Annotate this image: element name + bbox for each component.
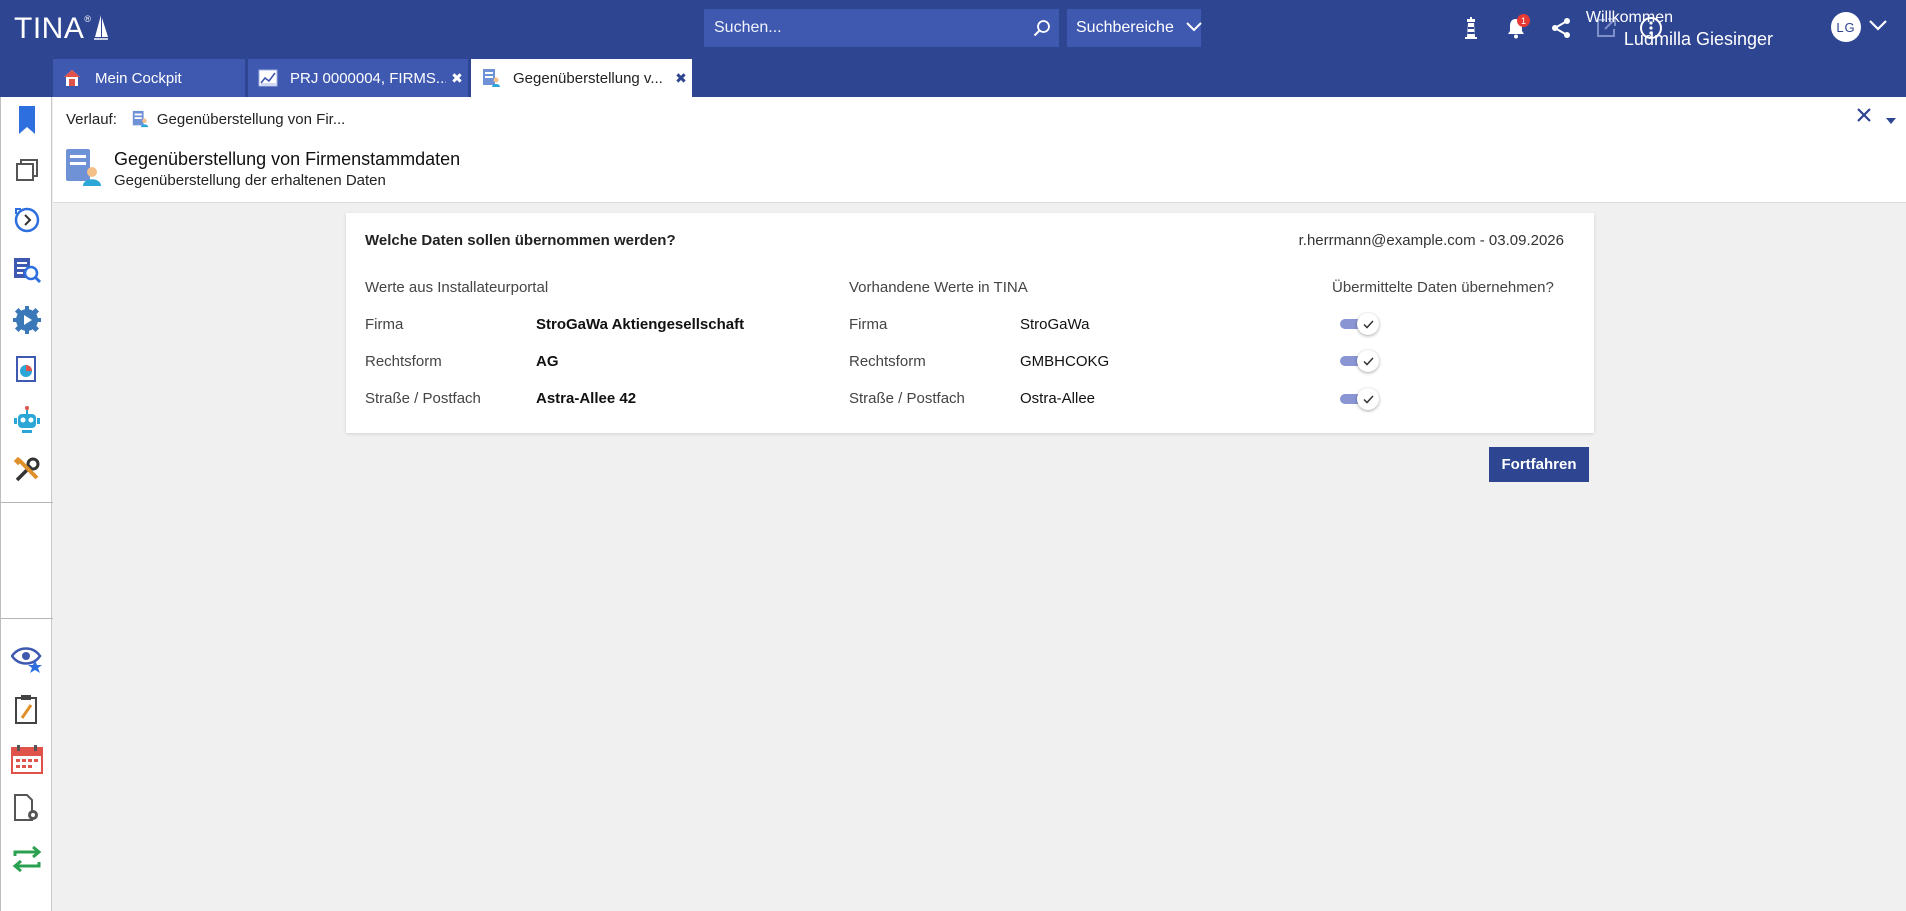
tina-value: StroGaWa — [1020, 316, 1090, 333]
tab-project[interactable]: PRJ 0000004, FIRMS... ✖ — [248, 59, 468, 97]
sail-icon — [93, 13, 109, 49]
tab-mein-cockpit[interactable]: Mein Cockpit — [53, 59, 245, 97]
logo-text: TINA — [14, 12, 85, 45]
welcome-label: Willkommen — [1585, 9, 1673, 26]
search-scope-dropdown[interactable]: Suchbereiche — [1067, 9, 1202, 47]
bell-icon[interactable]: 1 — [1493, 10, 1538, 46]
column-header-portal: Werte aus Installateurportal — [365, 279, 549, 296]
portal-value: AG — [536, 353, 559, 370]
tina-label: Straße / Postfach — [849, 390, 965, 407]
user-menu-chevron-icon[interactable] — [1869, 18, 1887, 36]
check-icon — [1357, 388, 1379, 410]
column-header-take: Übermittelte Daten übernehmen? — [1332, 279, 1554, 296]
user-name[interactable]: Ludmilla Giesinger — [1624, 29, 1773, 50]
close-icon[interactable] — [1856, 107, 1872, 128]
share-icon[interactable] — [1538, 10, 1583, 46]
sidebar — [0, 97, 53, 911]
search-input[interactable]: Suchen... — [704, 9, 1059, 47]
clipboard-edit-icon[interactable] — [10, 692, 44, 726]
eye-star-icon[interactable] — [10, 642, 44, 676]
windows-icon[interactable] — [10, 153, 44, 187]
logo-mark: ® — [84, 14, 92, 24]
project-chart-icon — [258, 68, 280, 88]
bookmark-icon[interactable] — [10, 103, 44, 137]
tina-value: GMBHCOKG — [1020, 353, 1110, 370]
tab-label: Mein Cockpit — [95, 69, 182, 87]
document-settings-icon[interactable] — [10, 792, 44, 826]
continue-button[interactable]: Fortfahren — [1489, 447, 1589, 482]
breadcrumb-item[interactable]: Gegenüberstellung von Fir... — [157, 111, 345, 128]
search-list-icon[interactable] — [10, 253, 44, 287]
column-header-tina: Vorhandene Werte in TINA — [849, 279, 1028, 296]
row-label: Firma — [365, 316, 404, 333]
page-title: Gegenüberstellung von Firmenstammdaten — [114, 149, 461, 169]
page-subtitle: Gegenüberstellung der erhaltenen Daten — [114, 172, 386, 189]
breadcrumb-label: Verlauf: — [66, 110, 117, 128]
close-icon[interactable]: ✖ — [446, 70, 468, 87]
comparison-card: Welche Daten sollen übernommen werden? r… — [346, 213, 1594, 433]
search-scope-label: Suchbereiche — [1076, 19, 1174, 36]
sync-arrows-icon[interactable] — [10, 842, 44, 876]
chevron-down-icon — [1186, 19, 1202, 37]
row-label: Straße / Postfach — [365, 390, 481, 407]
take-toggle-rechtsform[interactable] — [1340, 350, 1380, 372]
take-toggle-firma[interactable] — [1340, 313, 1380, 335]
page-header: Verlauf: Gegenüberstellung von Fir... Ge… — [53, 97, 1906, 203]
notification-badge: 1 — [1517, 14, 1530, 27]
check-icon — [1357, 350, 1379, 372]
avatar[interactable]: LG — [1831, 12, 1861, 42]
form-person-icon — [131, 110, 149, 128]
tina-value: Ostra-Allee — [1020, 390, 1096, 407]
tina-label: Firma — [849, 316, 888, 333]
report-chart-icon[interactable] — [10, 353, 44, 387]
portal-value: StroGaWa Aktiengesellschaft — [536, 316, 745, 333]
submission-meta: r.herrmann@example.com - 03.09.2026 — [1298, 232, 1564, 249]
lighthouse-icon[interactable] — [1448, 10, 1493, 46]
calendar-icon[interactable] — [10, 742, 44, 776]
tina-label: Rechtsform — [849, 353, 926, 370]
tab-label: PRJ 0000004, FIRMS... — [290, 69, 446, 87]
app-logo[interactable]: TINA ® — [14, 12, 109, 49]
sidebar-divider — [1, 502, 53, 503]
tools-icon[interactable] — [10, 453, 44, 487]
check-icon — [1357, 313, 1379, 335]
take-toggle-strasse[interactable] — [1340, 388, 1380, 410]
sidebar-divider — [1, 618, 53, 619]
caret-down-icon[interactable] — [1886, 111, 1896, 129]
process-gear-icon[interactable] — [10, 303, 44, 337]
search-icon[interactable] — [1025, 9, 1059, 47]
portal-value: Astra-Allee 42 — [536, 390, 637, 407]
form-person-icon — [481, 68, 503, 88]
row-label: Rechtsform — [365, 353, 442, 370]
home-icon — [63, 68, 85, 88]
tab-label: Gegenüberstellung v... — [513, 69, 663, 87]
close-icon[interactable]: ✖ — [670, 70, 692, 87]
search-placeholder: Suchen... — [714, 19, 782, 36]
tab-gegenueberstellung[interactable]: Gegenüberstellung v... ✖ — [471, 59, 692, 97]
history-timer-icon[interactable] — [10, 203, 44, 237]
robot-icon[interactable] — [10, 403, 44, 437]
breadcrumb: Verlauf: Gegenüberstellung von Fir... — [66, 110, 345, 128]
card-question: Welche Daten sollen übernommen werden? — [365, 232, 676, 249]
form-person-icon — [63, 147, 103, 192]
